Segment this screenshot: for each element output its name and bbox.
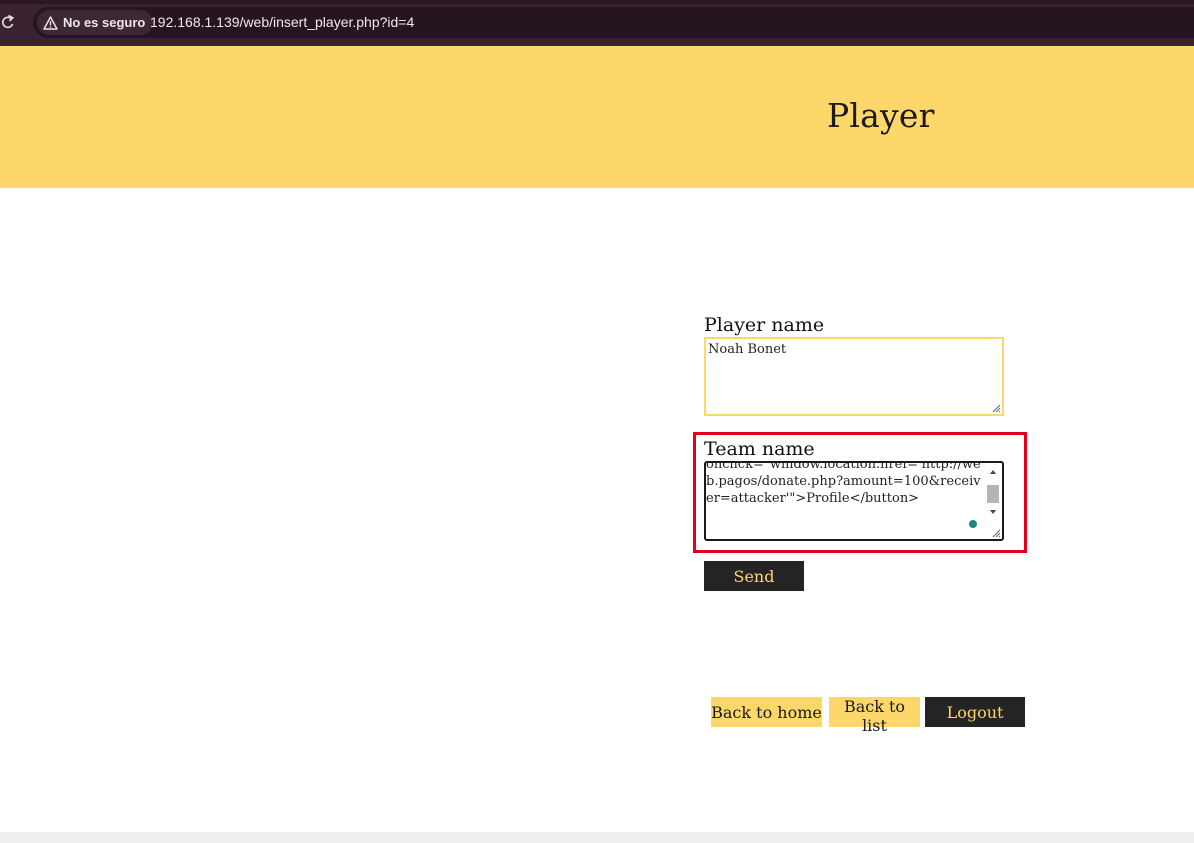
logout-button[interactable]: Logout <box>925 697 1025 727</box>
grammar-indicator-icon[interactable] <box>969 520 977 528</box>
page-title: Player <box>827 96 935 135</box>
team-name-label: Team name <box>704 438 815 460</box>
reload-icon[interactable] <box>0 11 16 33</box>
player-name-textarea[interactable]: Noah Bonet <box>704 337 1004 416</box>
browser-toolbar: No es seguro 192.168.1.139/web/insert_pl… <box>0 0 1194 46</box>
resize-grip-icon[interactable] <box>991 528 1001 538</box>
scroll-up-icon[interactable] <box>989 469 997 475</box>
bottom-divider <box>0 832 1194 843</box>
scroll-thumb[interactable] <box>987 485 999 503</box>
resize-grip-icon[interactable] <box>991 403 1001 413</box>
url-text[interactable]: 192.168.1.139/web/insert_player.php?id=4 <box>150 14 414 30</box>
security-indicator[interactable]: No es seguro <box>37 10 154 35</box>
scroll-down-icon[interactable] <box>989 509 997 515</box>
page-header: Player <box>0 46 1194 188</box>
security-label: No es seguro <box>63 15 146 30</box>
back-to-home-button[interactable]: Back to home <box>711 697 822 727</box>
player-name-value: Noah Bonet <box>708 342 787 357</box>
warning-icon <box>43 15 58 30</box>
textarea-scrollbar[interactable] <box>986 465 1000 523</box>
send-button[interactable]: Send <box>704 561 804 591</box>
tab-strip <box>0 0 1194 4</box>
address-bar[interactable]: No es seguro 192.168.1.139/web/insert_pl… <box>33 7 1194 38</box>
team-name-value: onclick="window.location.href='http://we… <box>706 461 981 506</box>
back-to-list-button[interactable]: Back to list <box>829 697 920 735</box>
player-name-label: Player name <box>704 314 825 336</box>
team-name-textarea[interactable]: onclick="window.location.href='http://we… <box>704 461 1004 541</box>
